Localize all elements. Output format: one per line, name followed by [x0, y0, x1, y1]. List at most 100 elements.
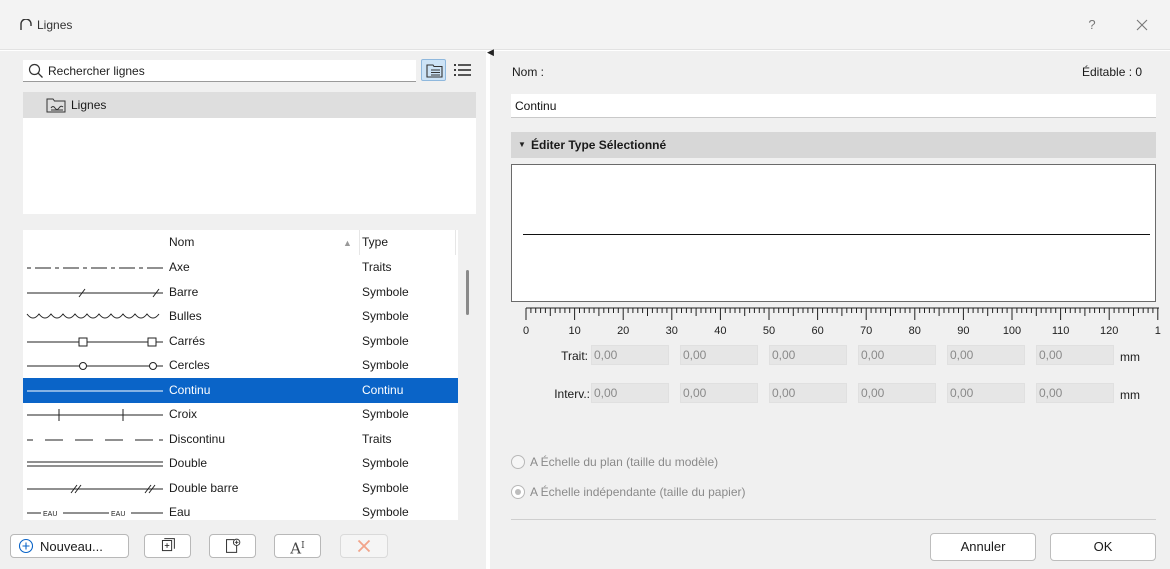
- add-circle-icon: [18, 538, 34, 554]
- rename-button[interactable]: AI: [274, 534, 321, 558]
- row-type: Symbole: [362, 505, 409, 519]
- tree-view-icon: [426, 64, 443, 78]
- table-row[interactable]: Discontinu Traits: [23, 427, 458, 452]
- delete-button[interactable]: [340, 534, 388, 558]
- row-name: Barre: [169, 284, 199, 299]
- section-title: Éditer Type Sélectionné: [531, 138, 667, 152]
- table-row[interactable]: Cercles Symbole: [23, 353, 458, 378]
- table-row[interactable]: Croix Symbole: [23, 402, 458, 427]
- help-button[interactable]: ?: [1080, 13, 1104, 37]
- import-button[interactable]: [209, 534, 256, 558]
- folder-item-lignes[interactable]: Lignes: [23, 92, 476, 118]
- new-button[interactable]: Nouveau...: [10, 534, 129, 558]
- trait-length-field[interactable]: 0,00: [680, 345, 758, 365]
- expand-triangle-icon: ▼: [518, 140, 526, 149]
- line-preview-icon: [27, 288, 163, 297]
- line-name-field[interactable]: [511, 94, 1156, 118]
- scale-paper-label: A Échelle indépendante (taille du papier…: [530, 485, 746, 499]
- trait-length-field[interactable]: 0,00: [1036, 345, 1114, 365]
- row-type: Traits: [362, 260, 392, 274]
- ruler-tick-label: 50: [763, 325, 775, 337]
- table-row[interactable]: Continu Continu: [23, 377, 458, 403]
- ruler-tick-label: 80: [909, 325, 921, 337]
- ruler-ticks: [525, 307, 1159, 320]
- trait-length-field[interactable]: 0,00: [858, 345, 936, 365]
- edit-selected-type-header[interactable]: ▼ Éditer Type Sélectionné: [511, 132, 1156, 158]
- rename-glyph-sup: I: [301, 541, 305, 551]
- line-preview-icon: [27, 390, 163, 391]
- row-type: Continu: [362, 382, 404, 397]
- rename-icon: AI: [275, 535, 320, 558]
- ruler-tick-label: 100: [1003, 325, 1021, 337]
- line-preview-icon: [27, 362, 163, 370]
- svg-text:EAU: EAU: [111, 511, 125, 518]
- table-row[interactable]: Double Symbole: [23, 451, 458, 476]
- rename-glyph: A: [290, 539, 302, 558]
- column-header-type[interactable]: Type: [362, 235, 388, 249]
- table-row[interactable]: Axe Traits: [23, 255, 458, 280]
- duplicate-button[interactable]: [144, 534, 191, 558]
- ruler-tick-label: 20: [617, 325, 629, 337]
- interval-length-field[interactable]: 0,00: [680, 383, 758, 403]
- scale-paper-radio[interactable]: [511, 485, 525, 499]
- folder-label: Lignes: [71, 98, 107, 112]
- row-name: Carrés: [169, 333, 206, 348]
- line-preview-icon: [27, 461, 163, 467]
- ok-button[interactable]: OK: [1050, 533, 1156, 561]
- name-label: Nom :: [512, 65, 545, 79]
- table-row[interactable]: Bulles Symbole: [23, 304, 458, 329]
- close-icon[interactable]: [1130, 13, 1154, 37]
- column-header-name[interactable]: Nom: [169, 235, 194, 249]
- trait-length-field[interactable]: 0,00: [769, 345, 847, 365]
- row-type: Symbole: [362, 456, 409, 470]
- collapse-pane-icon[interactable]: ◀: [487, 47, 494, 58]
- row-name: Bulles: [169, 309, 202, 323]
- folder-tree: Lignes: [23, 92, 476, 214]
- row-name: Axe: [169, 260, 190, 274]
- row-name: Double: [169, 456, 208, 470]
- line-preview-icon: [27, 484, 163, 493]
- list-view-button[interactable]: [450, 59, 475, 81]
- interval-label: Interv.:: [554, 387, 590, 401]
- ruler-tick-label: 10: [568, 325, 580, 337]
- trait-length-field[interactable]: 0,00: [591, 345, 669, 365]
- scale-model-label: A Échelle du plan (taille du modèle): [530, 455, 719, 469]
- search-box: [23, 60, 416, 82]
- row-name: Eau: [169, 505, 191, 519]
- divider: [511, 519, 1156, 520]
- row-name: Double barre: [169, 480, 239, 495]
- row-type: Symbole: [362, 333, 409, 348]
- list-view-icon: [454, 64, 471, 76]
- search-icon: [28, 63, 43, 78]
- line-preview-canvas[interactable]: [511, 164, 1156, 302]
- table-row[interactable]: EAU EAU Eau Symbole: [23, 500, 458, 520]
- tree-view-button[interactable]: [421, 59, 446, 81]
- scale-model-radio[interactable]: [511, 455, 525, 469]
- interval-length-field[interactable]: 0,00: [858, 383, 936, 403]
- interval-length-field[interactable]: 0,00: [1036, 383, 1114, 403]
- table-row[interactable]: Carrés Symbole: [23, 329, 458, 354]
- interval-length-field[interactable]: 0,00: [769, 383, 847, 403]
- search-input[interactable]: [48, 60, 408, 81]
- new-button-label: Nouveau...: [40, 539, 103, 554]
- interval-length-field[interactable]: 0,00: [591, 383, 669, 403]
- trait-length-field[interactable]: 0,00: [947, 345, 1025, 365]
- line-preview-icon: EAU EAU: [27, 511, 163, 518]
- ruler-tick-label: 60: [811, 325, 823, 337]
- column-divider[interactable]: [455, 230, 456, 255]
- ruler: 0 10 20 30 40 50 60 70 80 90 100 110 120 1: [523, 307, 1161, 337]
- table-scrollbar[interactable]: [466, 270, 469, 315]
- ruler-tick-label: 40: [714, 325, 726, 337]
- sort-ascending-icon: ▲: [343, 238, 352, 248]
- interval-length-field[interactable]: 0,00: [947, 383, 1025, 403]
- duplicate-icon: [161, 538, 175, 552]
- ruler-tick-label: 120: [1100, 325, 1118, 337]
- row-name: Continu: [169, 382, 211, 397]
- ruler-tick-label: 1: [1155, 325, 1161, 337]
- row-type: Symbole: [362, 480, 409, 495]
- cancel-button[interactable]: Annuler: [930, 533, 1036, 561]
- column-divider[interactable]: [359, 230, 360, 255]
- line-preview-icon: [27, 409, 163, 421]
- table-row[interactable]: Barre Symbole: [23, 280, 458, 305]
- table-row[interactable]: Double barre Symbole: [23, 476, 458, 501]
